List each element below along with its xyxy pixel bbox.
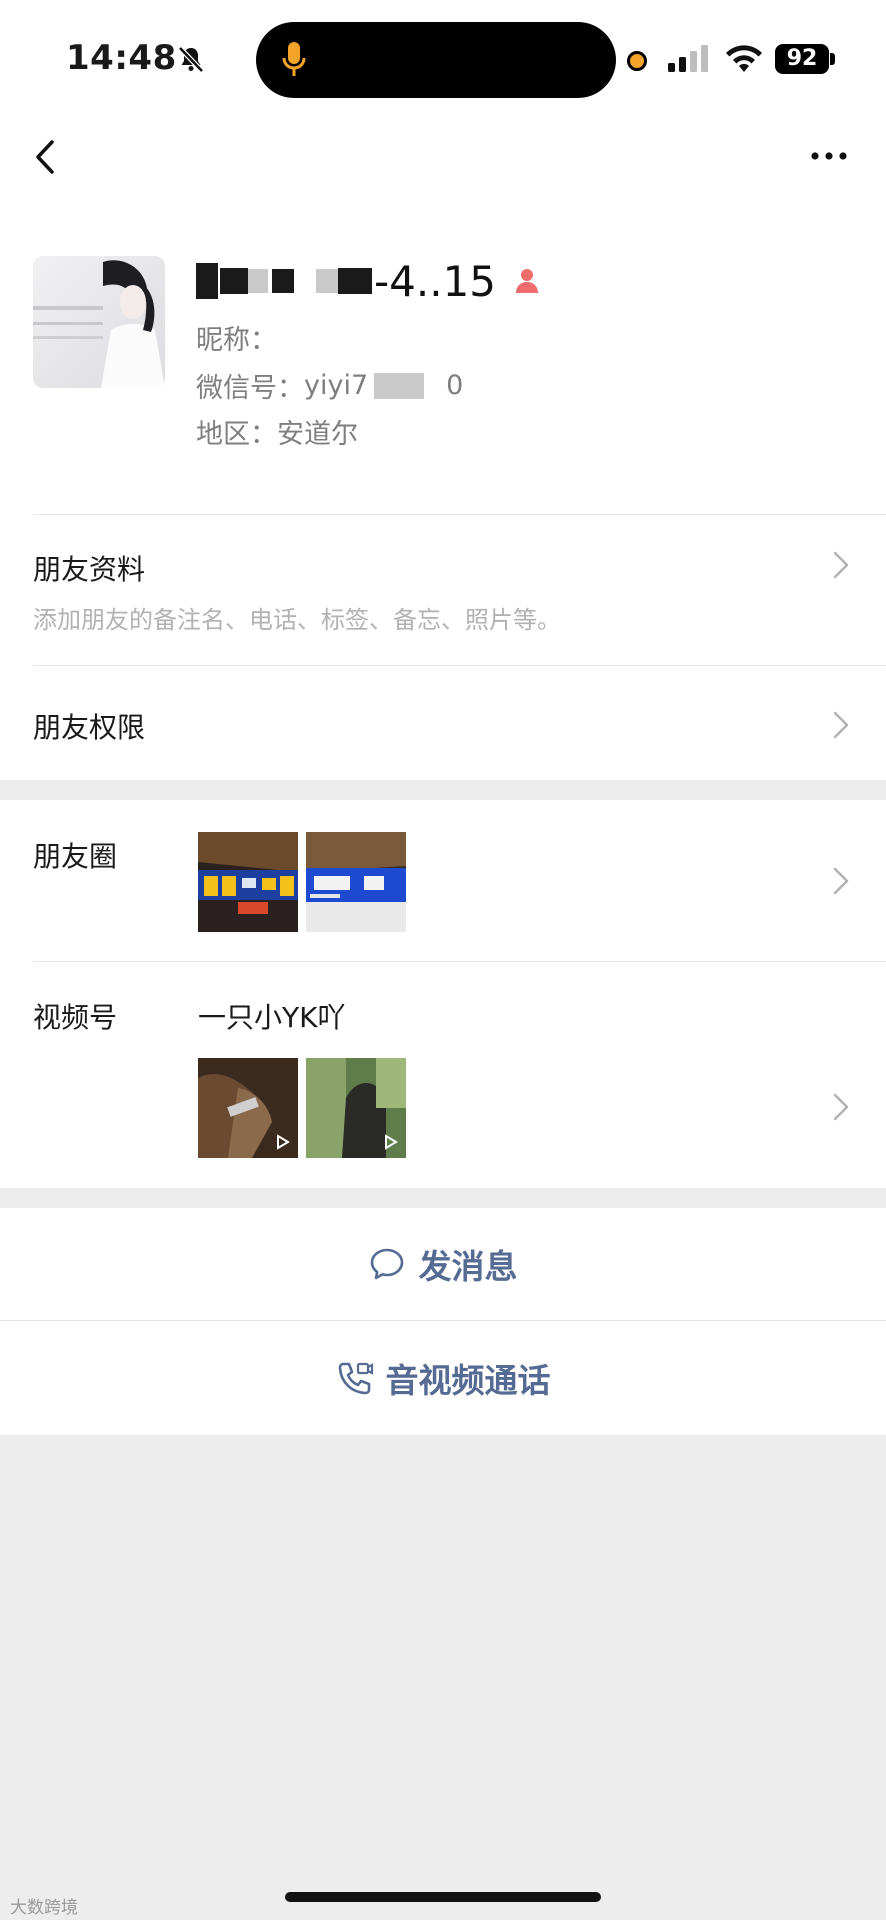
profile-name-suffix: -4..15: [374, 256, 497, 306]
friend-info-title: 朋友资料: [33, 553, 146, 586]
home-indicator[interactable]: [285, 1892, 601, 1902]
microphone-icon: [282, 42, 306, 76]
send-message-content: 发消息: [0, 1208, 886, 1320]
send-message-label: 发消息: [418, 1247, 518, 1286]
av-call-content: 音视频通话: [0, 1321, 886, 1435]
av-call-button[interactable]: 音视频通话: [0, 1321, 886, 1435]
redacted-name-3: [248, 269, 268, 293]
redacted-name-5: [316, 269, 338, 293]
profile-name: -4..15: [196, 253, 542, 309]
person-icon: [516, 269, 539, 293]
nickname-label: 昵称：: [196, 325, 277, 356]
moments-photo: [306, 832, 406, 932]
channels-account-name: 一只小YK吖: [198, 1001, 346, 1034]
phone-video-icon: [338, 1362, 373, 1395]
region-label: 地区：: [196, 419, 277, 450]
status-time: 14:48: [66, 38, 177, 78]
region-line: 地区：安道尔: [196, 412, 358, 451]
channels-video-thumb: [198, 1058, 298, 1158]
more-dots-icon[interactable]: [808, 140, 850, 172]
moments-title: 朋友圈: [33, 840, 118, 873]
moments-photo: [198, 832, 298, 932]
battery-tip: [830, 53, 835, 65]
chevron-right-icon: [833, 1093, 849, 1121]
redacted-wechat-id: [374, 372, 425, 399]
redacted-name-1: [196, 263, 218, 299]
wechat-id-label: 微信号：: [196, 373, 304, 404]
divider: [33, 514, 886, 515]
nickname-line: 昵称：: [196, 318, 277, 357]
friend-permissions-title: 朋友权限: [33, 711, 146, 744]
chevron-left-icon[interactable]: [26, 132, 66, 182]
friend-info-cell[interactable]: 朋友资料 添加朋友的备注名、电话、标签、备忘、照片等。: [0, 514, 886, 666]
av-call-label: 音视频通话: [385, 1361, 551, 1400]
channels-video-thumb: [306, 1058, 406, 1158]
watermark: 大数跨境: [10, 1898, 78, 1918]
wechat-id-prefix: yiyi7: [304, 370, 369, 401]
friend-info-subtitle: 添加朋友的备注名、电话、标签、备忘、照片等。: [33, 606, 561, 634]
nav-bar: [0, 120, 886, 214]
chat-bubble-icon: [370, 1248, 403, 1280]
send-message-button[interactable]: 发消息: [0, 1208, 886, 1321]
redacted-name-4: [272, 269, 294, 293]
chevron-right-icon: [833, 867, 849, 895]
wechat-id-suffix: 0: [446, 370, 464, 401]
channels-cell[interactable]: 视频号 一只小YK吖: [0, 962, 886, 1188]
channels-title: 视频号: [33, 1001, 118, 1034]
battery-icon: 92: [775, 44, 829, 74]
redacted-name-6: [338, 268, 372, 294]
moments-cell[interactable]: 朋友圈: [0, 800, 886, 962]
chevron-right-icon: [833, 551, 849, 579]
wechat-id-line: 微信号： yiyi7 0: [196, 366, 463, 405]
redacted-name-2: [220, 268, 248, 294]
avatar[interactable]: [33, 256, 165, 388]
friend-permissions-cell[interactable]: 朋友权限: [0, 666, 886, 780]
dynamic-island: [256, 22, 616, 98]
chevron-right-icon: [833, 711, 849, 739]
bell-slash-icon: [178, 46, 204, 73]
wifi-icon: [726, 45, 762, 72]
recording-indicator: [627, 51, 647, 71]
signal-icon: [668, 45, 708, 72]
region-value: 安道尔: [277, 419, 358, 450]
